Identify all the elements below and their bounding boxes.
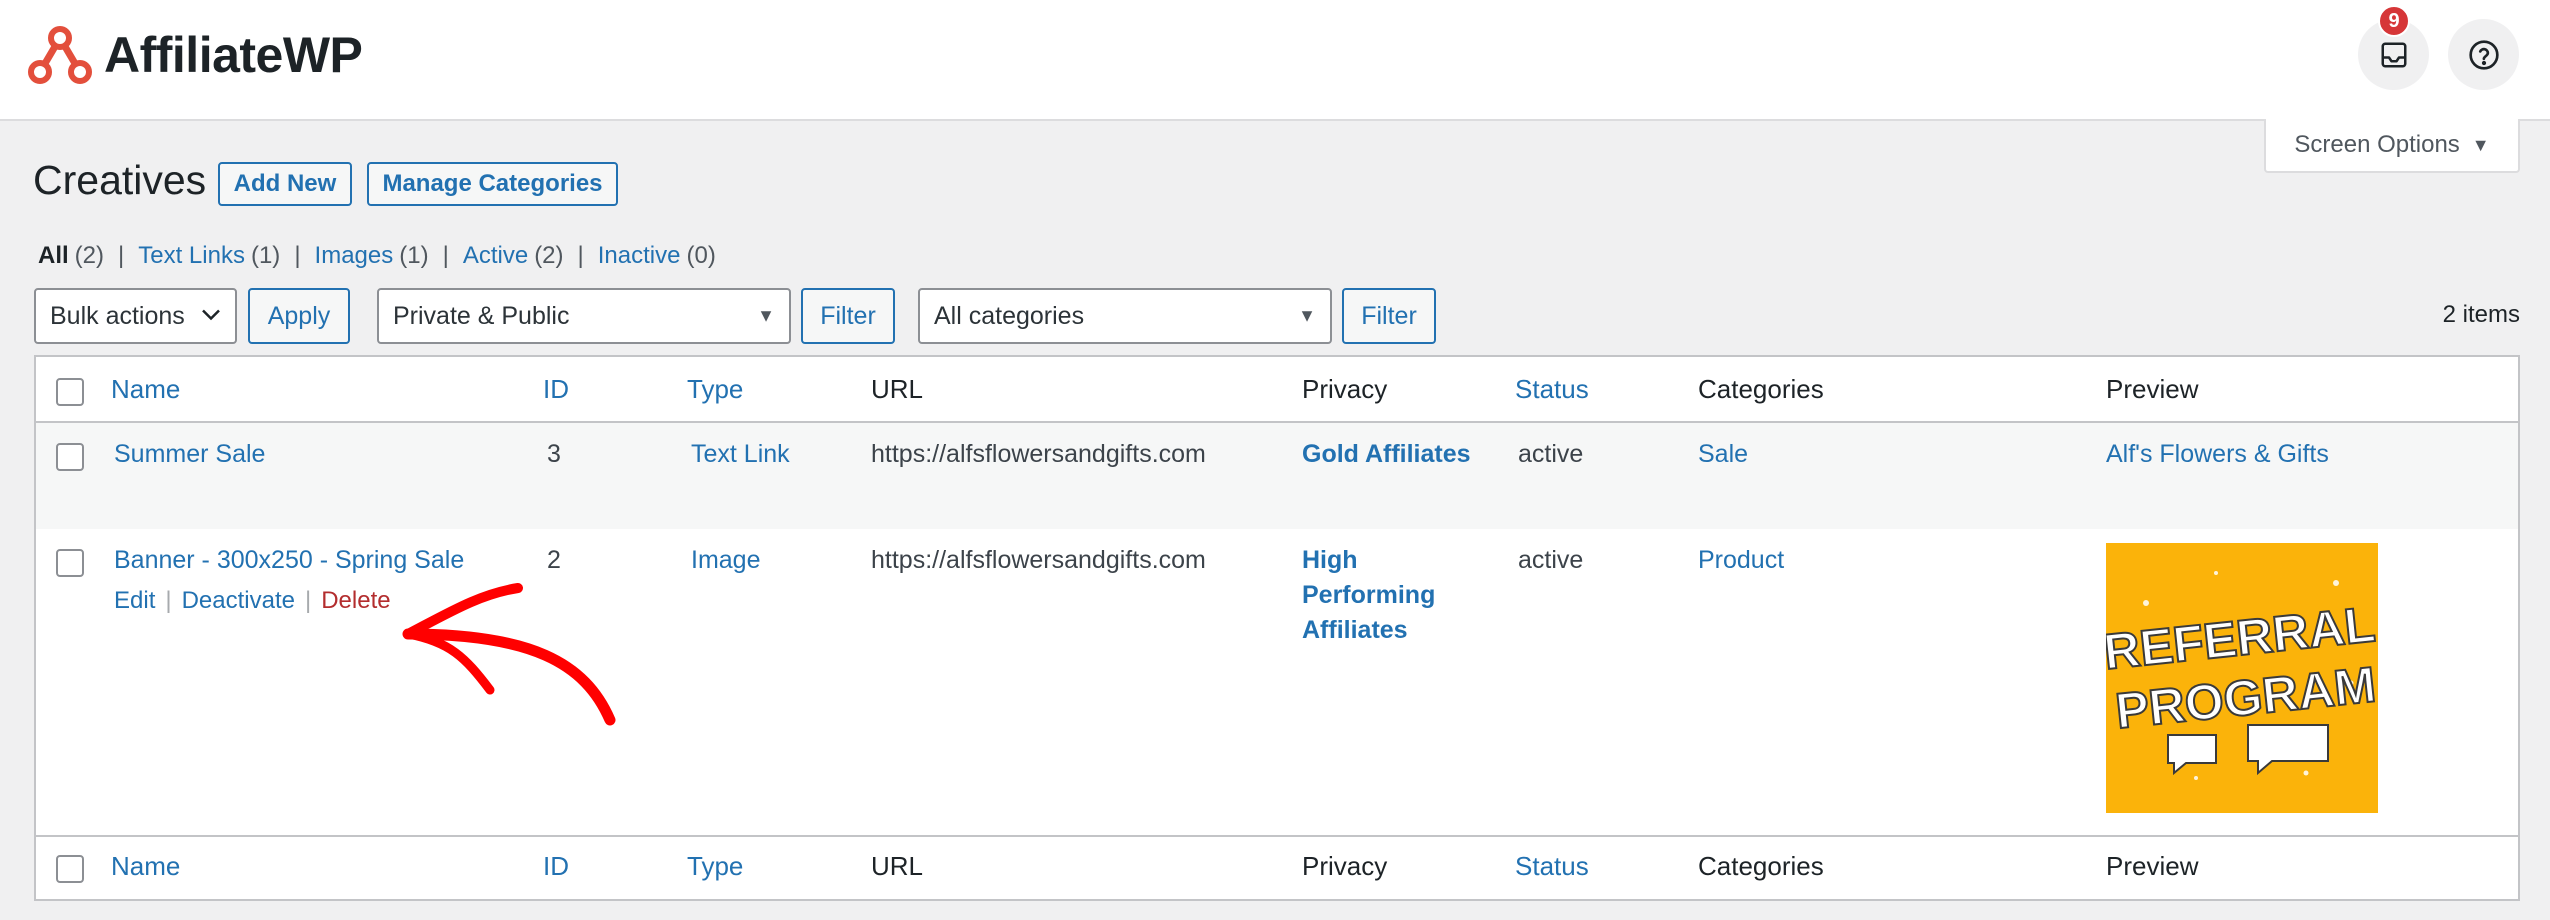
column-preview: Preview [2106, 851, 2199, 881]
creative-type-link[interactable]: Text Link [691, 437, 790, 472]
privacy-line: Performing [1302, 581, 1436, 609]
caret-down-icon: ▼ [2471, 134, 2490, 155]
view-inactive-count: (0) [686, 242, 716, 269]
view-filters: All (2) | Text Links (1) | Images (1) | … [38, 242, 716, 270]
page-title: Creatives [33, 157, 207, 203]
table-footer: Name ID Type URL Privacy Status Categori… [36, 835, 2518, 899]
chevron-down-icon [201, 306, 221, 327]
top-header: AffiliateWP 9 [0, 0, 2550, 121]
privacy-filter-select[interactable]: Private & Public ▼ [377, 288, 791, 344]
privacy-filter-value: Private & Public [393, 301, 570, 330]
creative-status: active [1518, 546, 1584, 574]
column-type-sort[interactable]: Type [687, 849, 743, 884]
column-privacy: Privacy [1302, 851, 1388, 881]
notification-count-badge: 9 [2378, 5, 2410, 37]
caret-down-icon: ▼ [1298, 305, 1316, 326]
creative-privacy-link[interactable]: High Performing Affiliates [1302, 543, 1435, 648]
separator: | [442, 242, 449, 269]
referral-program-banner-graphic: REFERRAL PROGRAM [2100, 543, 2379, 813]
apply-button[interactable]: Apply [248, 288, 350, 344]
view-all-link[interactable]: All [38, 242, 69, 270]
referral-program-banner-image[interactable]: REFERRAL PROGRAM [2100, 543, 2379, 813]
creative-type-link[interactable]: Image [691, 543, 760, 578]
edit-link[interactable]: Edit [114, 587, 155, 615]
creative-id: 3 [547, 440, 561, 468]
help-icon [2468, 39, 2499, 70]
select-all-checkbox[interactable] [56, 855, 84, 883]
view-inactive-link[interactable]: Inactive [598, 242, 681, 270]
table-row: Summer Sale 3 Text Link https://alfsflow… [36, 423, 2518, 529]
deactivate-link[interactable]: Deactivate [182, 587, 295, 615]
column-url: URL [871, 374, 924, 404]
column-name-sort[interactable]: Name [111, 849, 180, 884]
separator: | [118, 242, 125, 269]
column-preview: Preview [2106, 374, 2199, 404]
creative-url: https://alfsflowersandgifts.com [871, 440, 1206, 468]
column-url: URL [871, 851, 924, 881]
select-all-checkbox[interactable] [56, 378, 84, 406]
row-actions: Edit | Deactivate | Delete [114, 587, 391, 615]
column-status-sort[interactable]: Status [1515, 372, 1589, 407]
inbox-icon [2381, 42, 2406, 67]
privacy-filter-button[interactable]: Filter [801, 288, 895, 344]
column-status-sort[interactable]: Status [1515, 849, 1589, 884]
view-images-link[interactable]: Images [315, 242, 394, 270]
separator: | [165, 587, 172, 614]
category-filter-button[interactable]: Filter [1342, 288, 1436, 344]
view-active-count: (2) [534, 242, 564, 269]
creative-name-link[interactable]: Summer Sale [114, 437, 265, 472]
creative-url: https://alfsflowersandgifts.com [871, 546, 1206, 574]
brand-logo[interactable]: AffiliateWP [28, 26, 363, 84]
table-row: Banner - 300x250 - Spring Sale Edit | De… [36, 529, 2518, 833]
creative-status: active [1518, 440, 1584, 468]
column-categories: Categories [1698, 374, 1824, 404]
add-new-button[interactable]: Add New [218, 162, 352, 206]
separator: | [294, 242, 301, 269]
row-checkbox[interactable] [56, 549, 84, 577]
column-id-sort[interactable]: ID [543, 372, 569, 407]
view-images-count: (1) [399, 242, 429, 269]
column-privacy: Privacy [1302, 374, 1388, 404]
bulk-actions-select[interactable]: Bulk actions [34, 288, 237, 344]
creatives-table: Name ID Type URL Privacy Status Categori… [34, 355, 2520, 901]
category-filter-value: All categories [934, 301, 1085, 330]
column-id-sort[interactable]: ID [543, 849, 569, 884]
manage-categories-button[interactable]: Manage Categories [367, 162, 618, 206]
creative-privacy-link[interactable]: Gold Affiliates [1302, 437, 1471, 472]
view-active-link[interactable]: Active [463, 242, 528, 270]
column-categories: Categories [1698, 851, 1824, 881]
help-button[interactable] [2448, 19, 2519, 90]
separator: | [577, 242, 584, 269]
delete-link[interactable]: Delete [321, 587, 390, 615]
separator: | [304, 587, 312, 614]
view-all-count: (2) [74, 242, 105, 269]
items-count: 2 items [2442, 301, 2520, 328]
caret-down-icon: ▼ [757, 305, 775, 326]
creative-category-link[interactable]: Product [1698, 543, 1784, 578]
category-filter-select[interactable]: All categories ▼ [918, 288, 1332, 344]
view-text-links-count: (1) [250, 242, 281, 269]
column-name-sort[interactable]: Name [111, 372, 180, 407]
privacy-line: Affiliates [1302, 616, 1408, 644]
table-header: Name ID Type URL Privacy Status Categori… [36, 357, 2518, 423]
bulk-actions-value: Bulk actions [50, 301, 185, 330]
affiliatewp-logo-icon [28, 26, 92, 84]
creative-category-link[interactable]: Sale [1698, 437, 1748, 472]
screen-options-toggle[interactable]: Screen Options ▼ [2264, 119, 2520, 173]
view-text-links-link[interactable]: Text Links [138, 242, 245, 270]
brand-name: AffiliateWP [104, 27, 363, 83]
creative-id: 2 [547, 546, 561, 574]
column-type-sort[interactable]: Type [687, 372, 743, 407]
screen-options-label: Screen Options [2294, 131, 2460, 158]
creative-name-link[interactable]: Banner - 300x250 - Spring Sale [114, 543, 464, 578]
row-checkbox[interactable] [56, 443, 84, 471]
privacy-line: High [1302, 546, 1358, 574]
creative-preview-link[interactable]: Alf's Flowers & Gifts [2106, 437, 2329, 472]
